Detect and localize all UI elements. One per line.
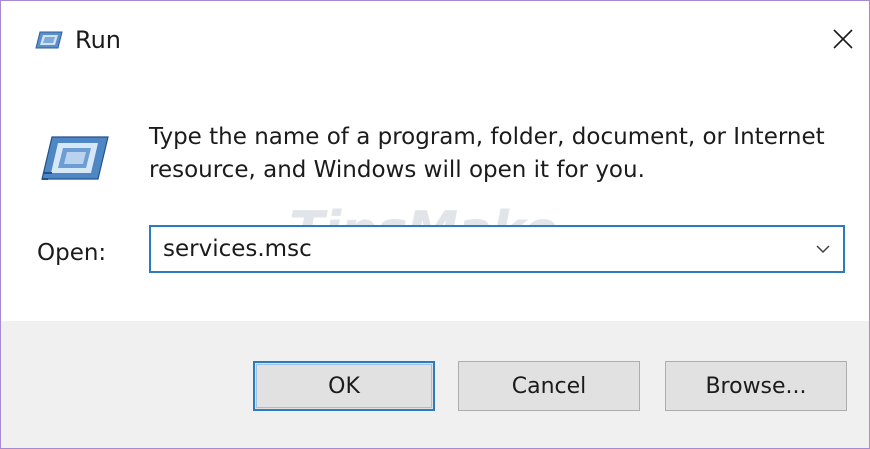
dialog-content: Type the name of a program, folder, docu… <box>1 69 869 321</box>
open-input[interactable] <box>163 233 783 265</box>
window-title: Run <box>75 26 122 54</box>
chevron-down-icon <box>816 245 830 254</box>
open-combobox[interactable] <box>149 225 845 273</box>
browse-button[interactable]: Browse... <box>665 361 847 411</box>
title-bar[interactable]: Run <box>1 1 869 69</box>
close-icon <box>833 29 853 49</box>
ok-button[interactable]: OK <box>253 361 435 411</box>
run-dialog: Run Type the name of a program, folder, … <box>0 0 870 449</box>
run-icon <box>41 136 109 180</box>
open-dropdown-button[interactable] <box>811 238 835 260</box>
cancel-button[interactable]: Cancel <box>458 361 640 411</box>
dialog-footer: OK Cancel Browse... <box>1 321 869 448</box>
run-description: Type the name of a program, folder, docu… <box>149 124 825 183</box>
open-label: Open: <box>37 240 107 266</box>
close-button[interactable] <box>823 17 863 61</box>
run-icon <box>35 31 63 49</box>
